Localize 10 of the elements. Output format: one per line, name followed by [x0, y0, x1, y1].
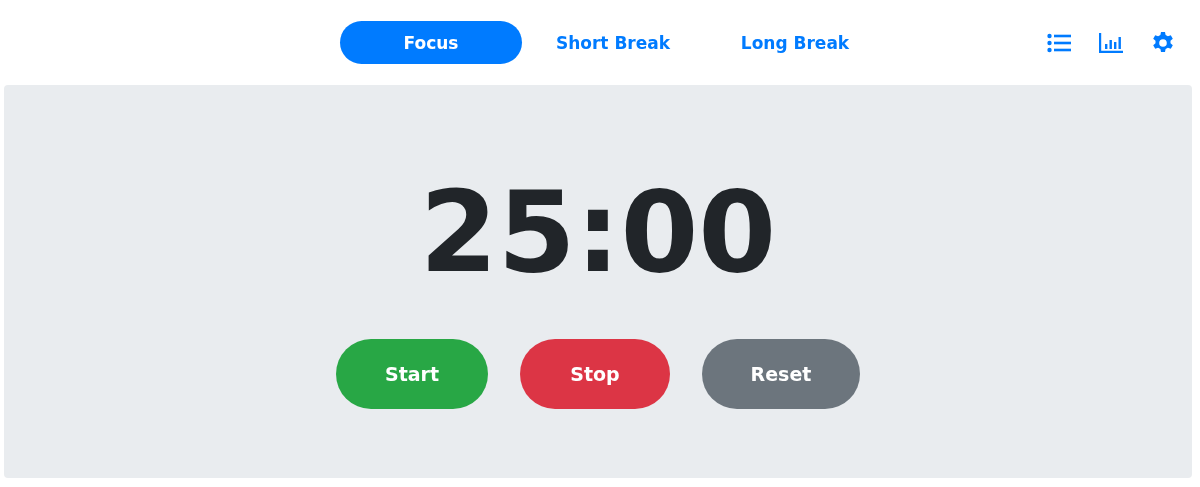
mode-tab[interactable]: Short Break — [522, 21, 704, 64]
timer-display: 25:00 — [419, 166, 777, 299]
settings-icon[interactable] — [1151, 30, 1175, 55]
start-button[interactable]: Start — [336, 339, 488, 410]
mode-tab[interactable]: Focus — [340, 21, 522, 64]
list-icon[interactable] — [1047, 32, 1071, 53]
bar-chart-icon[interactable] — [1099, 32, 1123, 53]
mode-tab[interactable]: Long Break — [704, 21, 886, 64]
stop-button[interactable]: Stop — [520, 339, 670, 410]
reset-button[interactable]: Reset — [702, 339, 860, 410]
